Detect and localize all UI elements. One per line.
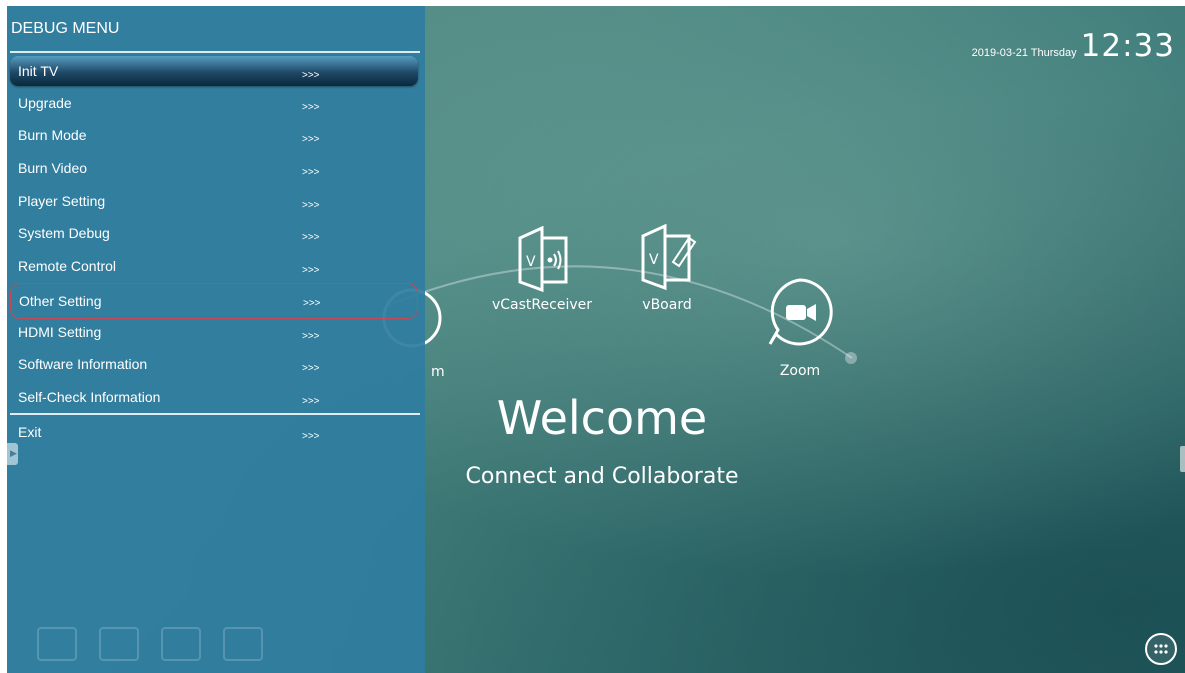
clock: 2019-03-21 Thursday 12:33	[972, 28, 1175, 64]
menu-item-label: Software Information	[18, 356, 148, 372]
svg-text:V: V	[649, 252, 659, 268]
apps-grid-icon	[1154, 644, 1168, 654]
svg-text:V: V	[526, 254, 536, 270]
menu-item-exit[interactable]: Exit >>>	[10, 417, 418, 447]
menu-item-system-debug[interactable]: System Debug >>>	[10, 218, 418, 248]
app-zoom[interactable]: Zoom	[760, 276, 840, 379]
desktop-screen: 2019-03-21 Thursday 12:33 m V vCastRecei…	[7, 6, 1185, 673]
menu-item-label: Player Setting	[18, 193, 106, 209]
menu-item-arrow: >>>	[302, 134, 320, 145]
app-vcastreceiver-label: vCastReceiver	[492, 297, 592, 313]
menu-item-burn-video[interactable]: Burn Video >>>	[10, 153, 418, 183]
menu-item-arrow: >>>	[302, 232, 320, 243]
menu-item-self-check-information[interactable]: Self-Check Information >>>	[10, 382, 418, 412]
vcast-receiver-icon: V	[518, 225, 568, 293]
menu-item-other-setting[interactable]: Other Setting >>>	[10, 283, 418, 319]
all-apps-button[interactable]	[1145, 633, 1177, 665]
menu-item-arrow: >>>	[303, 298, 321, 309]
menu-item-arrow: >>>	[302, 431, 320, 442]
faded-dock-icon	[161, 627, 201, 661]
debug-menu: DEBUG MENU Init TV >>> Upgrade >>> Burn …	[7, 6, 425, 673]
menu-item-arrow: >>>	[302, 331, 320, 342]
left-drawer-handle[interactable]: ▶	[7, 443, 18, 465]
menu-item-label: System Debug	[18, 225, 110, 241]
menu-item-hdmi-setting[interactable]: HDMI Setting >>>	[10, 317, 418, 347]
app-vboard-label: vBoard	[642, 297, 692, 313]
faded-dock-icon	[99, 627, 139, 661]
app-vboard[interactable]: V vBoard	[622, 223, 712, 313]
vboard-icon: V	[641, 223, 697, 291]
menu-item-arrow: >>>	[302, 102, 320, 113]
menu-item-label: HDMI Setting	[18, 324, 102, 340]
menu-item-software-information[interactable]: Software Information >>>	[10, 349, 418, 379]
faded-dock	[37, 627, 263, 661]
time-label: 12:33	[1080, 28, 1175, 64]
menu-item-arrow: >>>	[302, 396, 320, 407]
menu-item-label: Self-Check Information	[18, 389, 161, 405]
menu-item-remote-control[interactable]: Remote Control >>>	[10, 251, 418, 281]
menu-divider	[10, 51, 420, 53]
menu-item-label: Burn Mode	[18, 127, 87, 143]
play-arrow-icon: ▶	[10, 448, 17, 458]
welcome-heading: Welcome	[496, 391, 708, 445]
menu-item-burn-mode[interactable]: Burn Mode >>>	[10, 120, 418, 150]
date-label: 2019-03-21 Thursday	[971, 47, 1077, 59]
menu-item-player-setting[interactable]: Player Setting >>>	[10, 186, 418, 216]
welcome-tagline: Connect and Collaborate	[465, 464, 739, 489]
debug-menu-title: DEBUG MENU	[11, 20, 120, 37]
menu-item-label: Burn Video	[18, 160, 88, 176]
menu-item-label: Init TV	[18, 63, 59, 79]
menu-item-label: Upgrade	[18, 95, 72, 111]
menu-item-label: Other Setting	[19, 293, 102, 309]
app-vcastreceiver[interactable]: V vCastReceiver	[487, 225, 597, 313]
arc-end-dot	[845, 352, 857, 364]
menu-item-arrow: >>>	[302, 70, 320, 81]
right-drawer-handle[interactable]	[1180, 446, 1185, 472]
menu-item-arrow: >>>	[302, 167, 320, 178]
menu-item-arrow: >>>	[302, 363, 320, 374]
menu-item-label: Exit	[18, 424, 42, 440]
menu-item-init-tv[interactable]: Init TV >>>	[10, 56, 418, 86]
menu-item-arrow: >>>	[302, 265, 320, 276]
zoom-video-icon	[768, 278, 833, 346]
faded-dock-icon	[37, 627, 77, 661]
menu-item-upgrade[interactable]: Upgrade >>>	[10, 88, 418, 118]
menu-item-arrow: >>>	[302, 200, 320, 211]
menu-divider	[10, 413, 420, 415]
app-hidden-label: m	[431, 364, 445, 380]
app-zoom-label: Zoom	[779, 363, 821, 379]
menu-item-label: Remote Control	[18, 258, 117, 274]
faded-dock-icon	[223, 627, 263, 661]
